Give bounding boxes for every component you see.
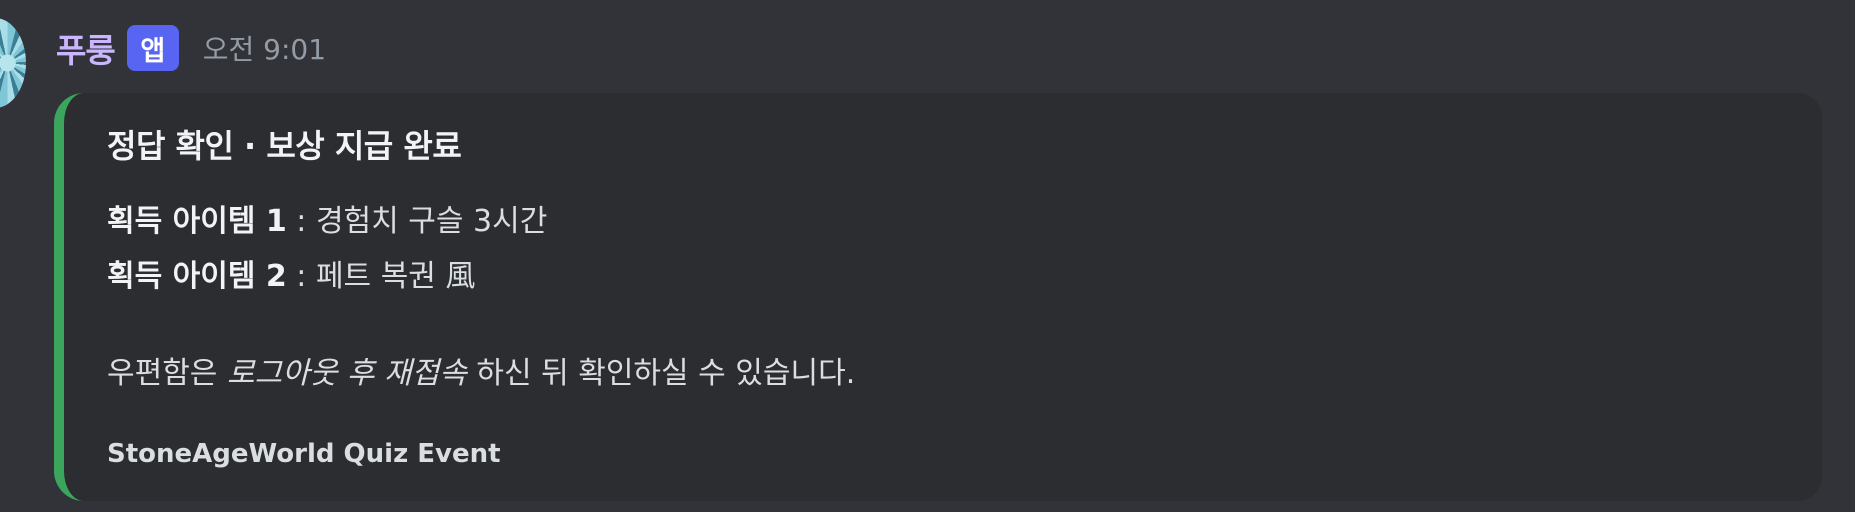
embed-title: 정답 확인 · 보상 지급 완료 [107, 127, 462, 165]
reward-item-1: 획득 아이템 1 : 경험치 구슬 3시간 [107, 196, 547, 240]
notice-suffix: 하신 뒤 확인하실 수 있습니다. [466, 356, 856, 391]
reward-item-2: 획득 아이템 2 : 페트 복권 風 [107, 251, 475, 295]
mailbox-notice: 우편함은 로그아웃 후 재접속 하신 뒤 확인하실 수 있습니다. [107, 348, 855, 392]
reward-item-value: 페트 복권 風 [315, 259, 476, 294]
reward-item-label: 획득 아이템 1 [107, 204, 287, 239]
username[interactable]: 푸룽 [56, 24, 116, 72]
app-badge: 앱 [126, 25, 179, 71]
reward-item-separator: : [286, 204, 316, 239]
embed-card: 정답 확인 · 보상 지급 완료 획득 아이템 1 : 경험치 구슬 3시간 획… [54, 93, 1822, 501]
timestamp[interactable]: 오전 9:01 [203, 28, 326, 68]
avatar[interactable] [0, 18, 26, 108]
embed-footer: StoneAgeWorld Quiz Event [107, 439, 501, 469]
notice-prefix: 우편함은 [107, 356, 227, 391]
notice-emphasis: 로그아웃 후 재접속 [226, 356, 467, 391]
reward-item-value: 경험치 구슬 3시간 [315, 204, 548, 239]
message-header: 푸룽 앱 오전 9:01 [56, 24, 326, 72]
reward-item-separator: : [286, 259, 316, 294]
reward-item-label: 획득 아이템 2 [107, 259, 287, 294]
